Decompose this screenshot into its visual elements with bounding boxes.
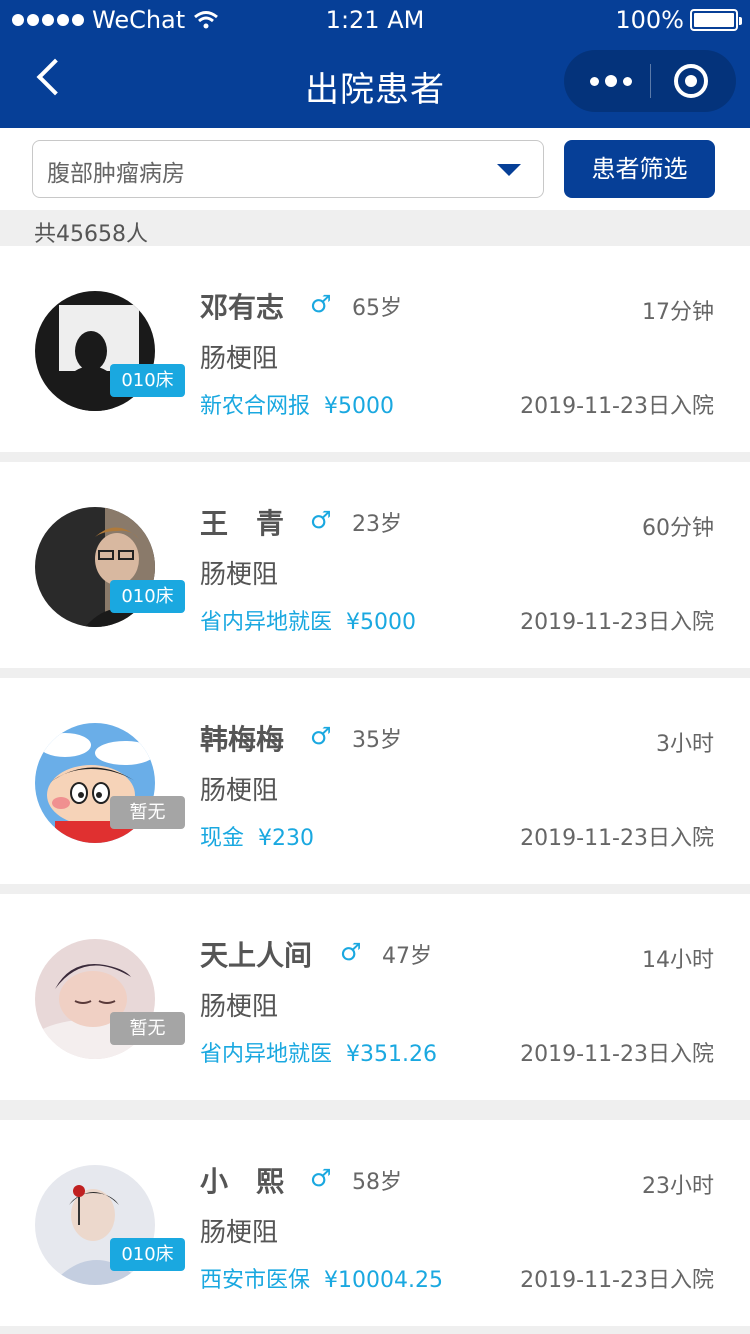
diagnosis: 肠梗阻 bbox=[200, 344, 279, 374]
amount: ¥351.26 bbox=[346, 1042, 437, 1067]
patient-card[interactable]: 010床 小 熙 ♂ 58岁 肠梗阻 西安市医保 ¥10004.25 23小时 … bbox=[0, 1120, 750, 1326]
amount: ¥230 bbox=[258, 826, 315, 851]
diagnosis: 肠梗阻 bbox=[200, 1218, 279, 1248]
patient-name: 天上人间 bbox=[200, 939, 313, 972]
nav-bar: 出院患者 bbox=[0, 40, 750, 128]
status-bar: WeChat 1:21 AM 100% bbox=[0, 0, 750, 40]
amount: ¥5000 bbox=[346, 610, 417, 635]
male-icon: ♂ bbox=[310, 290, 332, 318]
patient-card[interactable]: 暂无 天上人间 ♂ 47岁 肠梗阻 省内异地就医 ¥351.26 14小时 20… bbox=[0, 894, 750, 1100]
male-icon: ♂ bbox=[310, 722, 332, 750]
patient-name: 邓有志 bbox=[200, 291, 285, 324]
elapsed-time: 60分钟 bbox=[642, 516, 714, 541]
bed-badge: 010床 bbox=[110, 364, 185, 397]
admit-date: 2019-11-23日入院 bbox=[520, 610, 714, 635]
insurance-type: 省内异地就医 bbox=[200, 610, 333, 635]
male-icon: ♂ bbox=[310, 1164, 332, 1192]
male-icon: ♂ bbox=[310, 506, 332, 534]
battery-percent: 100% bbox=[615, 6, 684, 34]
insurance-type: 省内异地就医 bbox=[200, 1042, 333, 1067]
patient-name: 小 熙 bbox=[200, 1165, 285, 1198]
more-icon[interactable] bbox=[586, 62, 636, 100]
patient-count: 共45658人 bbox=[34, 222, 148, 247]
admit-date: 2019-11-23日入院 bbox=[520, 1042, 714, 1067]
amount: ¥5000 bbox=[324, 394, 395, 419]
mini-program-capsule bbox=[564, 50, 736, 112]
patient-age: 35岁 bbox=[352, 728, 402, 753]
insurance-type: 新农合网报 bbox=[200, 394, 311, 419]
insurance-type: 西安市医保 bbox=[200, 1268, 311, 1293]
close-target-icon[interactable] bbox=[674, 64, 708, 98]
patient-card[interactable]: 010床 王 青 ♂ 23岁 肠梗阻 省内异地就医 ¥5000 60分钟 201… bbox=[0, 462, 750, 668]
patient-age: 58岁 bbox=[352, 1170, 402, 1195]
insurance-type: 现金 bbox=[200, 826, 245, 851]
diagnosis: 肠梗阻 bbox=[200, 776, 279, 806]
admit-date: 2019-11-23日入院 bbox=[520, 394, 714, 419]
patient-name: 韩梅梅 bbox=[200, 723, 285, 756]
bed-badge: 010床 bbox=[110, 1238, 185, 1271]
department-select[interactable]: 腹部肿瘤病房 bbox=[32, 140, 544, 198]
patient-card[interactable]: 010床 邓有志 ♂ 65岁 肠梗阻 新农合网报 ¥5000 17分钟 2019… bbox=[0, 246, 750, 452]
patient-age: 23岁 bbox=[352, 512, 402, 537]
capsule-divider bbox=[650, 64, 651, 98]
chevron-down-icon bbox=[497, 164, 521, 176]
battery-icon bbox=[690, 9, 742, 31]
patient-age: 47岁 bbox=[382, 944, 432, 969]
patient-age: 65岁 bbox=[352, 296, 402, 321]
diagnosis: 肠梗阻 bbox=[200, 560, 279, 590]
admit-date: 2019-11-23日入院 bbox=[520, 1268, 714, 1293]
patient-card[interactable]: 暂无 韩梅梅 ♂ 35岁 肠梗阻 现金 ¥230 3小时 2019-11-23日… bbox=[0, 678, 750, 884]
elapsed-time: 3小时 bbox=[656, 732, 714, 757]
filter-bar: 腹部肿瘤病房 患者筛选 bbox=[0, 128, 750, 210]
bed-badge: 010床 bbox=[110, 580, 185, 613]
elapsed-time: 23小时 bbox=[642, 1174, 714, 1199]
diagnosis: 肠梗阻 bbox=[200, 992, 279, 1022]
male-icon: ♂ bbox=[340, 938, 362, 966]
patient-filter-button[interactable]: 患者筛选 bbox=[564, 140, 715, 198]
admit-date: 2019-11-23日入院 bbox=[520, 826, 714, 851]
amount: ¥10004.25 bbox=[324, 1268, 443, 1293]
app-header: WeChat 1:21 AM 100% 出院患者 bbox=[0, 0, 750, 128]
bed-badge: 暂无 bbox=[110, 1012, 185, 1045]
bed-badge: 暂无 bbox=[110, 796, 185, 829]
department-value: 腹部肿瘤病房 bbox=[47, 161, 185, 187]
patient-name: 王 青 bbox=[200, 507, 285, 540]
elapsed-time: 14小时 bbox=[642, 948, 714, 973]
elapsed-time: 17分钟 bbox=[642, 300, 714, 325]
